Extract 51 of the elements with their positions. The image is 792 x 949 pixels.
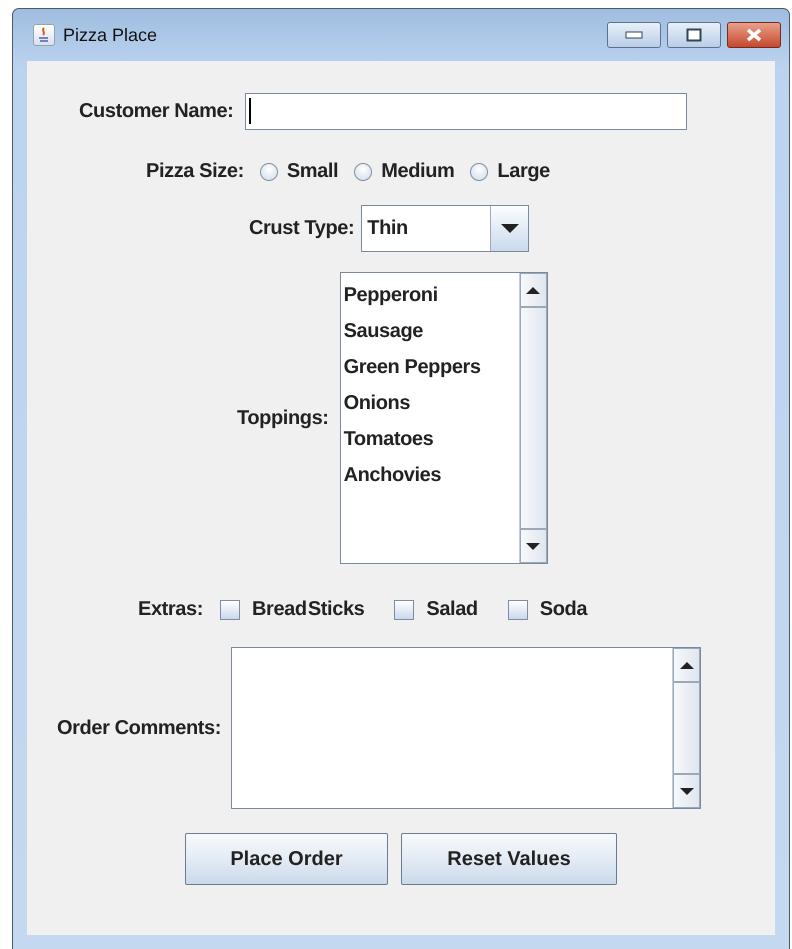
checkbox[interactable]	[220, 600, 240, 620]
radio-label[interactable]: Large	[497, 160, 550, 183]
scroll-thumb[interactable]	[673, 682, 700, 774]
field-label: Crust Type:	[249, 217, 354, 240]
up-arrow-icon	[526, 286, 540, 294]
radio-button[interactable]	[260, 162, 278, 180]
radio-button[interactable]	[354, 162, 372, 180]
window-title: Pizza Place	[63, 24, 158, 46]
list-item[interactable]: Tomatoes	[342, 421, 519, 457]
text-cursor	[249, 98, 252, 124]
list-item[interactable]: Green Peppers	[342, 349, 519, 385]
app-icon	[33, 24, 55, 46]
up-arrow-icon	[680, 662, 694, 668]
scrollbar[interactable]	[518, 273, 547, 563]
action-button[interactable]: Place Order	[185, 833, 388, 885]
maximize-icon	[686, 28, 702, 42]
minimize-button[interactable]	[607, 22, 661, 48]
list-item[interactable]: Onions	[342, 385, 519, 421]
field-label: Pizza Size:	[146, 160, 244, 183]
scroll-thumb[interactable]	[520, 307, 547, 529]
field-label: Customer Name:	[79, 100, 234, 123]
checkbox-label[interactable]: Salad	[426, 598, 478, 621]
radio-label[interactable]: Small	[286, 160, 338, 183]
list-item[interactable]: Anchovies	[342, 457, 519, 493]
down-arrow-icon	[526, 542, 540, 550]
field-label: Order Comments:	[57, 716, 222, 740]
customer-name-field[interactable]	[245, 93, 688, 130]
list-item[interactable]: Pepperoni	[342, 277, 519, 313]
checkbox[interactable]	[508, 600, 528, 620]
action-button[interactable]: Reset Values	[401, 833, 617, 885]
minimize-icon	[625, 31, 643, 39]
dropdown-arrow-icon	[500, 224, 519, 233]
crust-dropdown[interactable]: Thin	[361, 205, 530, 252]
checkbox-label[interactable]: Soda	[540, 598, 588, 621]
maximize-button[interactable]	[667, 22, 721, 48]
field-label: Toppings:	[237, 406, 329, 430]
close-button[interactable]	[727, 22, 781, 48]
radio-label[interactable]: Medium	[381, 160, 454, 183]
field-label: Extras:	[138, 598, 204, 621]
checkbox-label[interactable]: Bread Sticks	[252, 598, 364, 621]
scrollbar[interactable]	[672, 648, 700, 808]
down-arrow-icon	[680, 788, 694, 794]
order-comments-field[interactable]	[231, 647, 702, 809]
scroll-up-button[interactable]	[673, 648, 700, 682]
checkbox[interactable]	[394, 600, 414, 620]
scroll-up-button[interactable]	[520, 273, 547, 307]
scroll-down-button[interactable]	[673, 774, 700, 808]
scroll-down-button[interactable]	[520, 529, 547, 563]
radio-button[interactable]	[470, 162, 488, 180]
close-icon	[745, 28, 763, 42]
list-item[interactable]: Sausage	[342, 313, 519, 349]
